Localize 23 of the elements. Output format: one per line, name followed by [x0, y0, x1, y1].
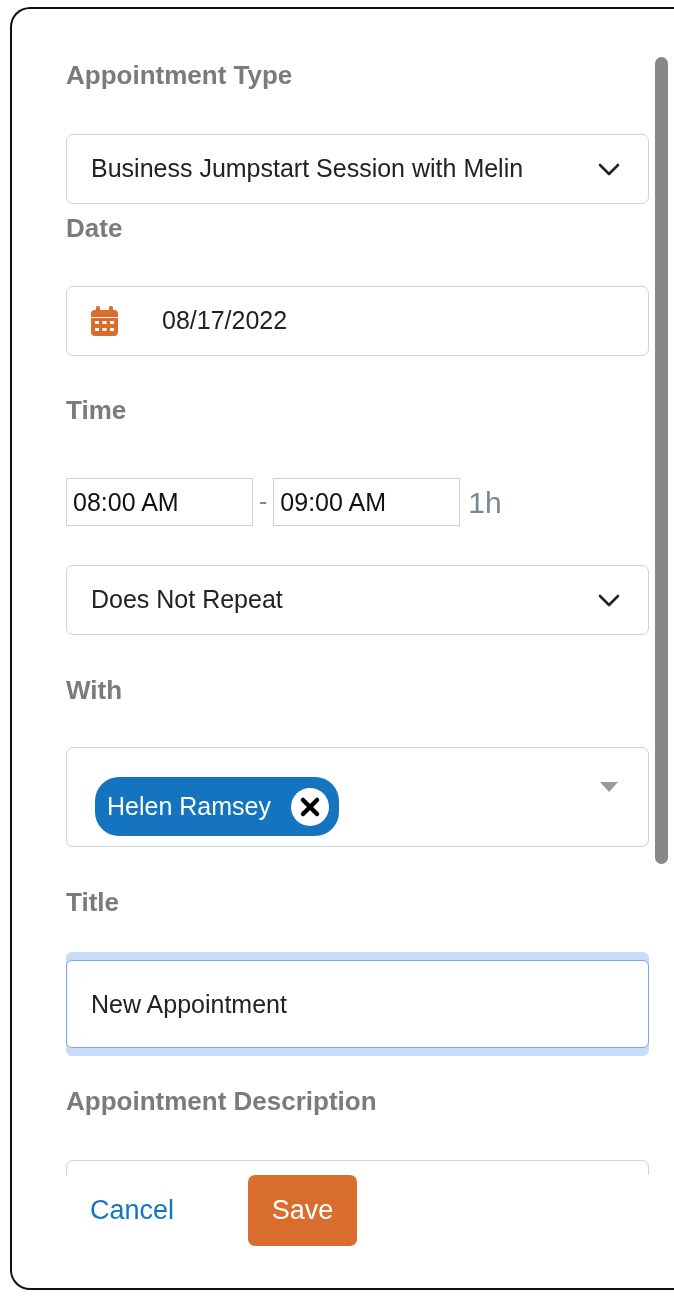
person-chip[interactable]: Helen Ramsey — [95, 777, 339, 836]
field-label: Title — [66, 886, 120, 918]
repeat-dropdown[interactable]: Does Not Repeat — [66, 565, 649, 635]
date-field[interactable]: 08/17/2022 — [66, 286, 649, 356]
cancel-link[interactable]: Cancel — [90, 1190, 175, 1231]
chevron-down-icon — [598, 162, 620, 176]
title-input[interactable]: New Appointment — [66, 960, 649, 1048]
range-separator: - — [259, 486, 268, 518]
field-label: Appointment Description — [66, 1085, 378, 1117]
start-time-field[interactable]: 08:00 AM — [66, 478, 253, 526]
end-time-field[interactable]: 09:00 AM — [273, 478, 461, 526]
people-field[interactable]: Helen Ramsey — [66, 747, 649, 847]
dropdown-triangle-icon — [600, 782, 618, 792]
field-label: With — [66, 674, 124, 706]
remove-icon[interactable] — [290, 787, 329, 826]
field-label: Date — [66, 212, 124, 244]
duration-text: 1h — [468, 484, 502, 521]
calendar-icon — [91, 306, 118, 336]
field-label: Appointment Type — [66, 59, 294, 91]
dropdown[interactable]: Business Jumpstart Session with Melin — [66, 134, 649, 204]
chevron-down-icon — [598, 593, 620, 607]
scrollbar-thumb[interactable] — [655, 57, 668, 864]
field-label: Time — [66, 394, 128, 426]
